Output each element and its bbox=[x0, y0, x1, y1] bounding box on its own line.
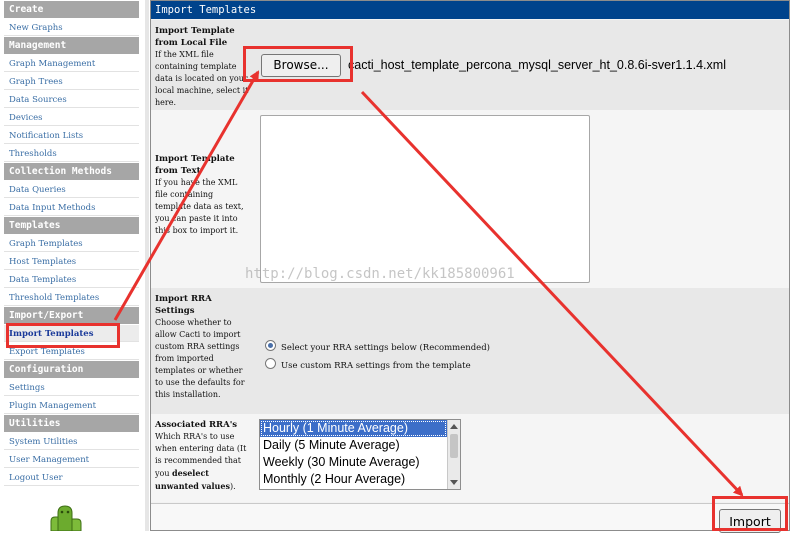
annotation-arrows bbox=[113, 70, 744, 497]
arrow-to-import-icon bbox=[360, 90, 744, 497]
arrow-to-browse-icon bbox=[113, 70, 260, 321]
